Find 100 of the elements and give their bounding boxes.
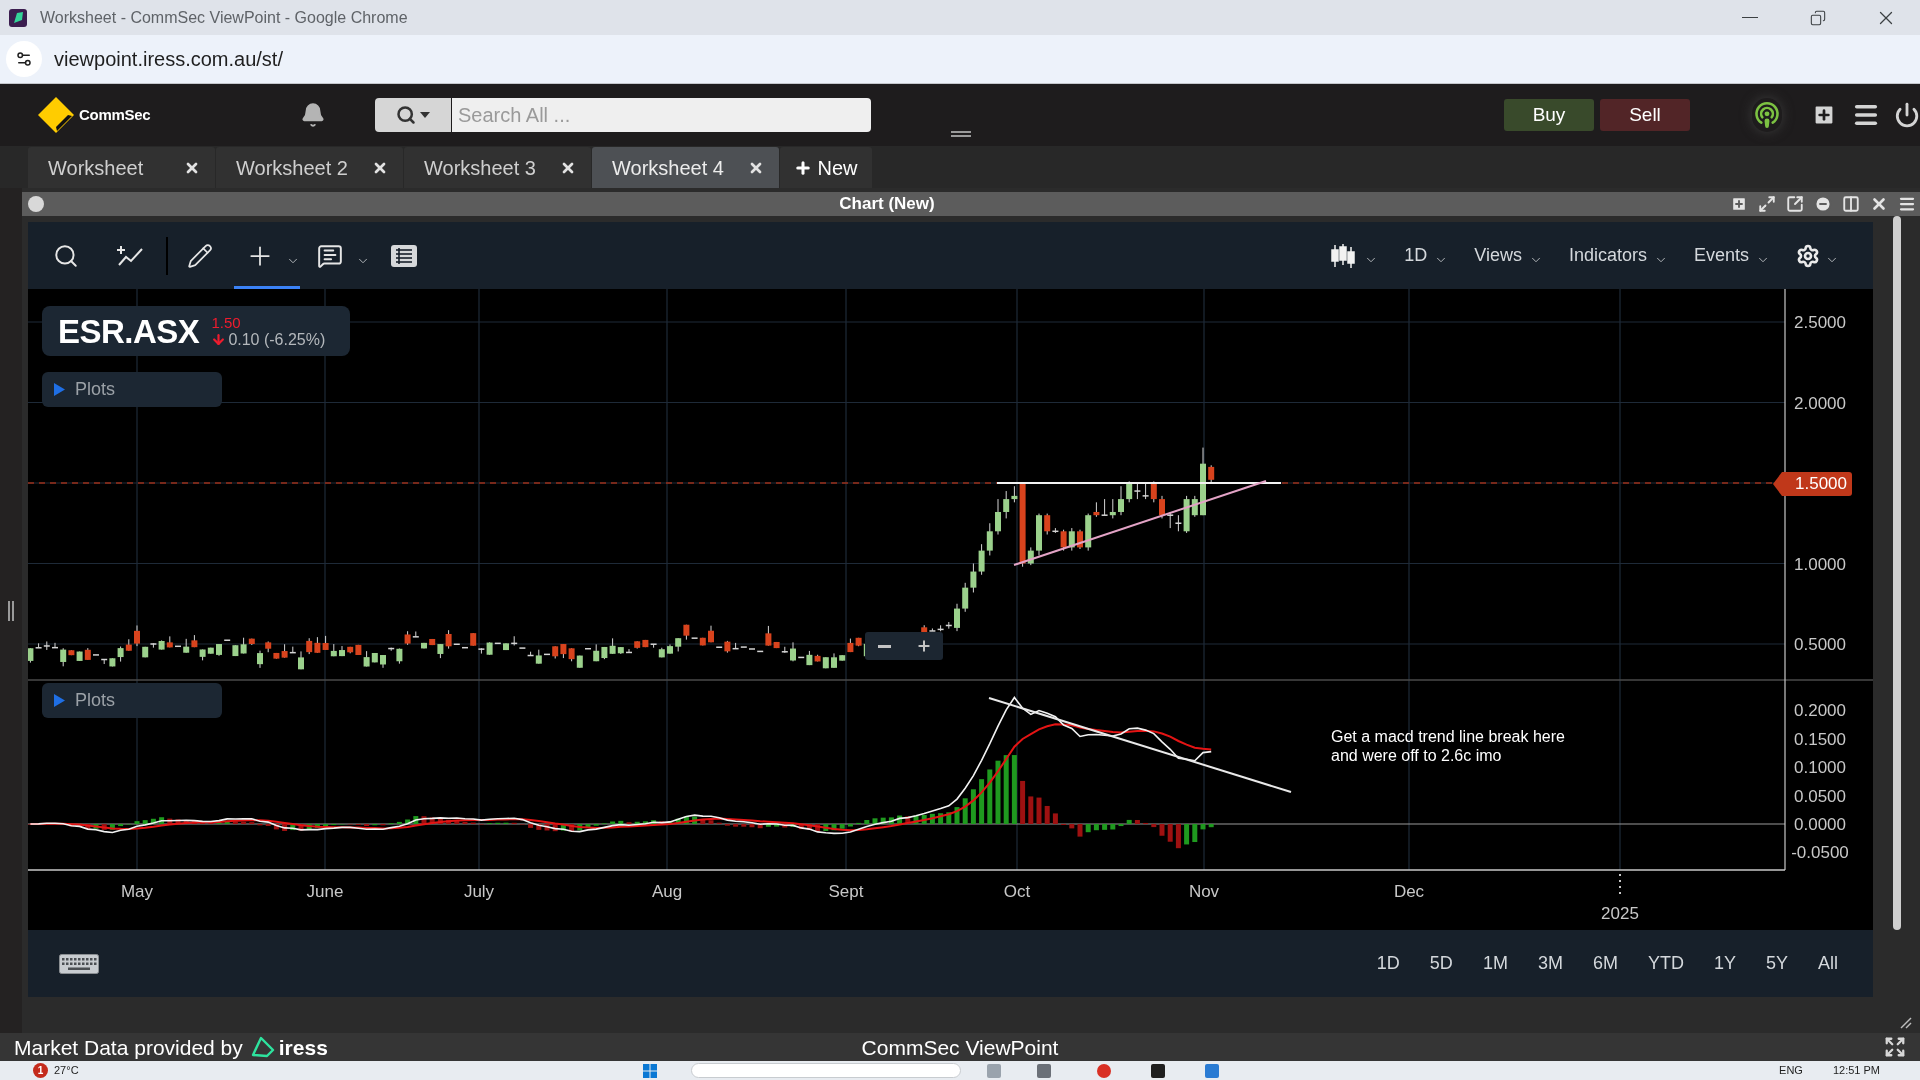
pop-out-icon[interactable] <box>1786 195 1804 213</box>
macd-axis-label: 0.1000 <box>1794 758 1846 778</box>
dropdown-menu-button[interactable]: Indicators <box>1568 242 1668 269</box>
window-title: Worksheet - CommSec ViewPoint - Google Chrome <box>40 7 408 28</box>
price-change: 0.10 (-6.25%) <box>228 330 326 349</box>
search-scope-button[interactable] <box>375 98 451 132</box>
macd-axis-label: 0.0000 <box>1794 815 1846 834</box>
worksheet-tab[interactable]: Worksheet <box>28 147 215 188</box>
trend-line-icon <box>116 244 144 267</box>
close-icon[interactable] <box>1870 195 1888 213</box>
split-view-icon[interactable] <box>1842 195 1860 213</box>
range-button[interactable]: 3M <box>1533 950 1567 977</box>
range-button[interactable]: All <box>1814 950 1842 977</box>
macd-axis-label: 0.2000 <box>1794 701 1846 721</box>
range-button[interactable]: 1Y <box>1709 950 1740 977</box>
tune-icon <box>15 50 33 68</box>
resize-grip-icon[interactable] <box>1899 1017 1912 1029</box>
buy-button[interactable]: Buy <box>1504 99 1594 131</box>
table-icon <box>391 244 417 267</box>
minus-icon <box>878 644 891 648</box>
last-price: 1.50 <box>211 313 242 331</box>
ticker-symbol: ESR.ASX <box>58 314 200 348</box>
price-axis-label: 0.5000 <box>1794 635 1846 654</box>
date-axis-label: June <box>306 882 344 901</box>
candlestick-icon <box>1330 242 1357 269</box>
site-info-button[interactable] <box>6 41 42 77</box>
macd-axis-label: 0.0500 <box>1794 786 1846 806</box>
caret-right-icon <box>54 694 65 707</box>
language-indicator[interactable]: ENG <box>1779 1062 1803 1079</box>
search-icon <box>396 105 416 125</box>
chart-note: Get a macd trend line break here and were off to 2.6c imo <box>1331 727 1565 765</box>
date-axis-label: May <box>120 882 154 901</box>
logo-icon <box>38 97 74 133</box>
app-favicon-icon <box>9 8 27 27</box>
range-button[interactable]: 1M <box>1478 950 1512 977</box>
range-button[interactable]: 5Y <box>1761 950 1792 977</box>
worksheet-tab[interactable]: Worksheet 3 <box>404 147 591 188</box>
dropdown-menu-button[interactable]: 1D <box>1404 242 1449 269</box>
expand-icon[interactable] <box>1758 195 1776 213</box>
plots-toggle-button[interactable]: Plots <box>42 683 222 718</box>
taskbar-app-icon[interactable] <box>1150 1063 1165 1078</box>
comment-icon <box>317 242 343 269</box>
sell-button[interactable]: Sell <box>1600 99 1690 131</box>
macd-axis-label: 0.1500 <box>1794 729 1846 749</box>
data-credit: Market Data provided by <box>14 1036 243 1058</box>
plus-icon <box>915 638 932 654</box>
panel-title: Chart (New) <box>838 193 936 216</box>
price-axis-label: 2.5000 <box>1794 313 1846 332</box>
notification-badge: 1 <box>33 1063 48 1078</box>
range-button[interactable]: 5D <box>1425 950 1457 977</box>
plots-toggle-button[interactable]: Plots <box>42 372 222 407</box>
keyboard-icon[interactable] <box>59 953 99 974</box>
date-axis-label: July <box>463 882 495 901</box>
pencil-icon <box>187 242 213 269</box>
bell-icon[interactable] <box>300 102 326 128</box>
worksheet-tab[interactable]: Worksheet 4 <box>592 147 779 188</box>
panel-status-icon <box>28 196 44 212</box>
settings-button[interactable] <box>1796 243 1839 268</box>
search-icon <box>53 242 79 269</box>
provider-name: iress <box>278 1036 328 1058</box>
date-axis-label: Aug <box>651 882 683 901</box>
menu-icon[interactable] <box>1898 195 1916 213</box>
last-price-tag: 1.5000 <box>1773 472 1852 496</box>
dropdown-menu-button[interactable]: Events <box>1693 242 1770 269</box>
brand-name: CommSec <box>79 104 151 125</box>
macd-axis-label: -0.0500 <box>1791 843 1849 863</box>
windows-logo-icon[interactable] <box>642 1063 657 1078</box>
range-button[interactable]: 1D <box>1372 950 1404 977</box>
address-field[interactable]: viewpoint.iress.com.au/st/ <box>54 44 754 74</box>
minimize-icon <box>1742 16 1758 19</box>
power-icon[interactable] <box>1894 102 1920 128</box>
price-axis-label: 2.0000 <box>1794 393 1846 413</box>
settings-icon <box>1796 243 1820 268</box>
drag-handle-icon[interactable] <box>951 131 971 137</box>
date-axis-label: 2025 <box>1601 904 1639 923</box>
weather-text: 27°C <box>54 1063 79 1079</box>
worksheet-tab[interactable]: Worksheet 2 <box>216 147 403 188</box>
fullscreen-icon[interactable] <box>1884 1036 1906 1058</box>
caret-right-icon <box>54 383 65 396</box>
plus-icon <box>794 158 813 177</box>
dropdown-menu-button[interactable]: Views <box>1474 242 1543 269</box>
date-axis-label: Sept <box>828 882 864 901</box>
footer-title: CommSec ViewPoint <box>860 1036 1060 1058</box>
provider-logo-icon <box>250 1036 275 1058</box>
date-axis-label: Oct <box>1003 882 1031 901</box>
date-axis-label: Nov <box>1188 882 1220 901</box>
taskbar-search-field[interactable] <box>690 1063 961 1078</box>
restore-icon <box>1810 9 1826 26</box>
caret-down-icon <box>420 112 430 118</box>
broadcast-icon[interactable] <box>1753 101 1781 129</box>
date-axis-label: Dec <box>1393 882 1425 901</box>
clock-text[interactable]: 12:51 PM <box>1832 1062 1880 1079</box>
add-icon[interactable] <box>1730 195 1748 213</box>
range-button[interactable]: 6M <box>1588 950 1622 977</box>
range-button[interactable]: YTD <box>1643 950 1688 977</box>
new-tab-button[interactable]: New <box>780 147 872 188</box>
minimize-icon[interactable] <box>1814 195 1832 213</box>
resize-handle-icon[interactable] <box>8 600 14 621</box>
search-field[interactable]: Search All ... <box>452 98 871 132</box>
price-axis-label: 1.0000 <box>1794 554 1846 574</box>
